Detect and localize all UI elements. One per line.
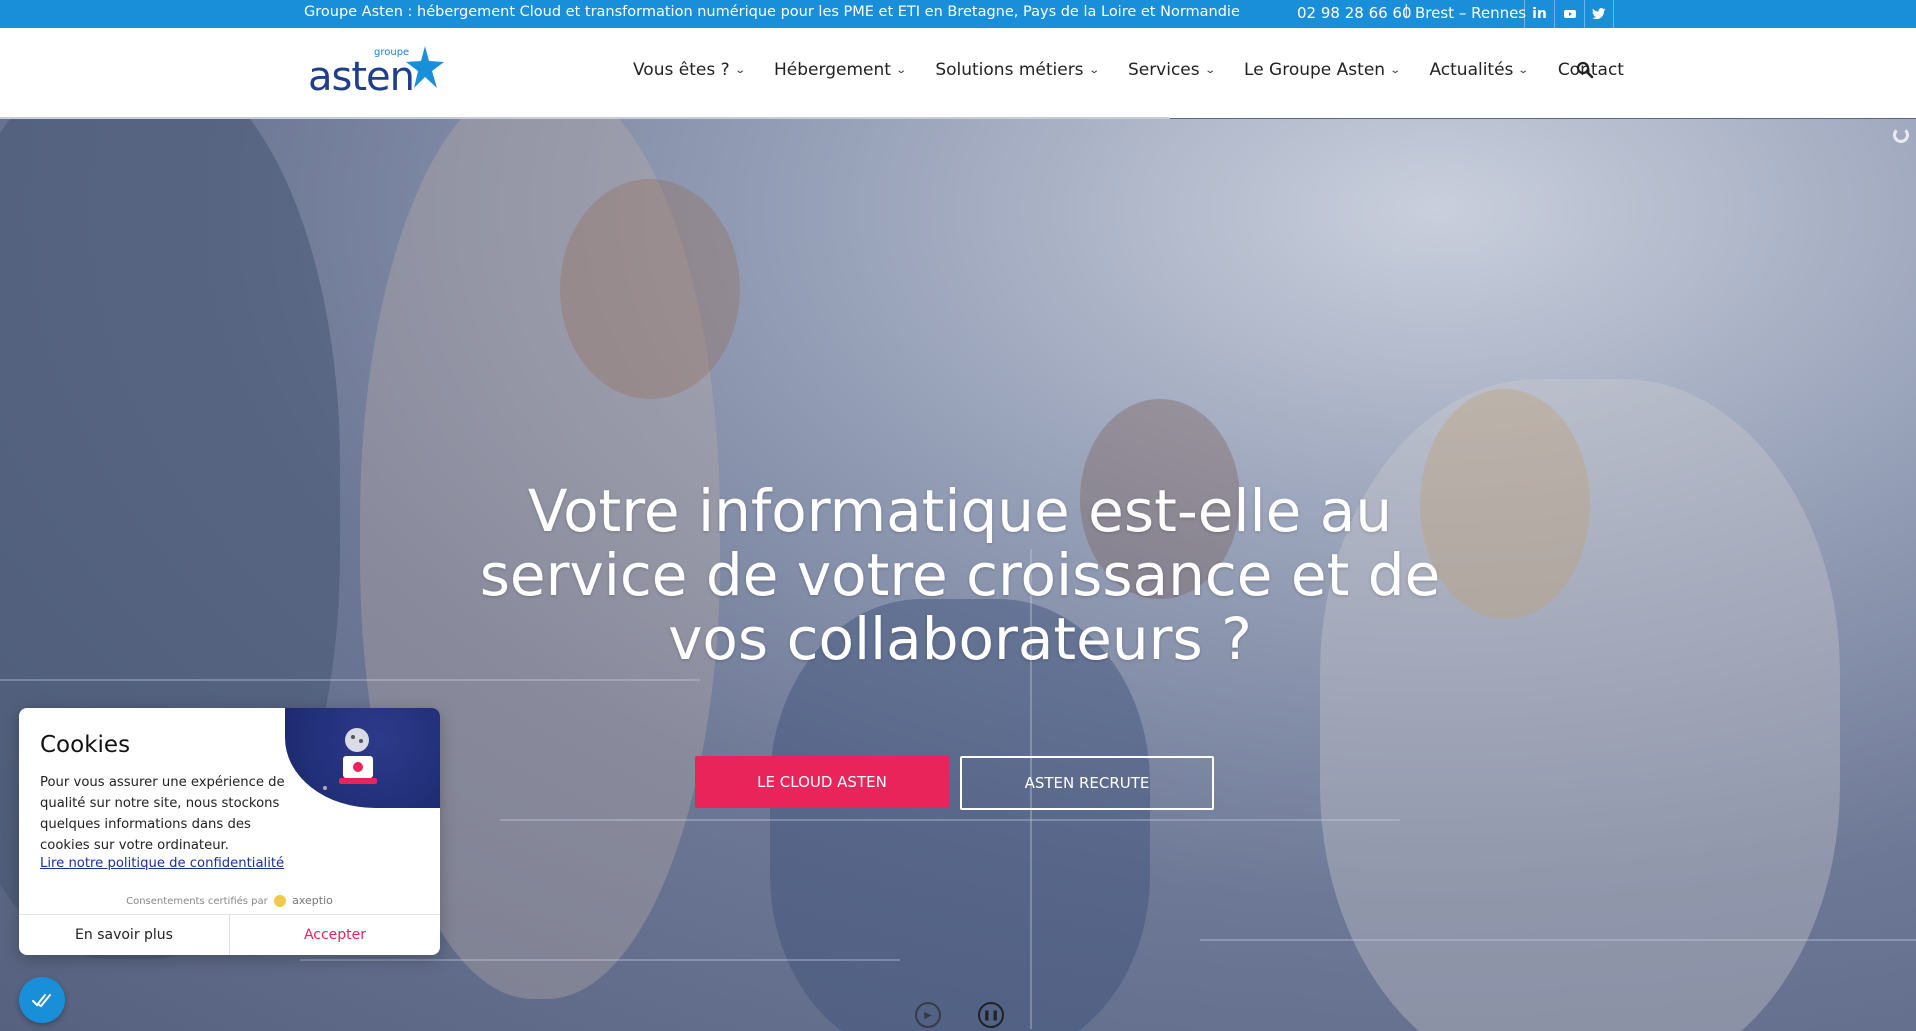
nav-item-le-groupe-asten[interactable]: Le Groupe Asten ⌄	[1244, 60, 1402, 80]
top-bar: Groupe Asten : hébergement Cloud et tran…	[0, 0, 1916, 28]
cookie-certified: Consentements certifiés par axeptio	[19, 894, 440, 907]
pause-icon[interactable]: ❚❚	[978, 1002, 1004, 1028]
accepter-button[interactable]: Accepter	[230, 915, 440, 955]
search-icon[interactable]	[1576, 61, 1594, 79]
chevron-down-icon: ⌄	[1087, 64, 1100, 76]
nav-label: Vous êtes ?	[633, 60, 730, 80]
logo-word: asten	[308, 54, 415, 100]
nav-label: Services	[1127, 60, 1200, 80]
site-header: groupe asten Vous êtes ? ⌄ Hébergement ⌄…	[0, 28, 1916, 118]
nav-label: Hébergement	[774, 60, 891, 80]
circuit-line	[0, 679, 700, 681]
cookie-title: Cookies	[40, 732, 131, 758]
nav-item-hebergement[interactable]: Hébergement ⌄	[774, 60, 907, 80]
axeptio-brand: axeptio	[292, 894, 333, 907]
cookie-illustration	[285, 708, 440, 808]
chevron-down-icon: ⌄	[1203, 64, 1216, 76]
cookie-consent-box: Cookies Pour vous assurer une expérience…	[19, 708, 440, 955]
circuit-line	[1200, 939, 1916, 941]
axeptio-logo-icon	[273, 895, 286, 907]
main-nav: Vous êtes ? ⌄ Hébergement ⌄ Solutions mé…	[633, 60, 1654, 80]
cities: Brest – Rennes	[1415, 4, 1527, 22]
nav-item-services[interactable]: Services ⌄	[1127, 60, 1216, 80]
play-icon[interactable]: ▶	[915, 1002, 941, 1028]
le-cloud-asten-button[interactable]: LE CLOUD ASTEN	[695, 756, 949, 808]
loading-spinner-icon	[1893, 127, 1909, 143]
youtube-icon[interactable]	[1554, 0, 1584, 28]
nav-item-solutions-metiers[interactable]: Solutions métiers ⌄	[935, 60, 1100, 80]
hero-title: Votre informatique est-elle au service d…	[479, 477, 1441, 673]
separator: |	[1404, 3, 1409, 19]
twitter-icon[interactable]	[1584, 0, 1614, 28]
nav-label: Solutions métiers	[935, 60, 1084, 80]
nav-label: Le Groupe Asten	[1244, 60, 1386, 80]
circuit-line	[500, 819, 1400, 821]
chevron-down-icon: ⌄	[733, 64, 746, 76]
phone-number[interactable]: 02 98 28 66 60	[1297, 4, 1412, 22]
hero-photo-shape	[560, 179, 740, 399]
cookie-robot-icon	[323, 728, 377, 790]
certified-label: Consentements certifiés par	[126, 896, 268, 907]
cookie-actions: En savoir plus Accepter	[19, 914, 440, 955]
nav-item-actualites[interactable]: Actualités ⌄	[1429, 60, 1530, 80]
linkedin-icon[interactable]: in	[1524, 0, 1554, 28]
asten-logo[interactable]: groupe asten	[308, 44, 448, 104]
en-savoir-plus-button[interactable]: En savoir plus	[19, 915, 230, 955]
top-bar-tagline: Groupe Asten : hébergement Cloud et tran…	[304, 4, 1240, 20]
accessibility-icon[interactable]	[19, 977, 65, 1023]
circuit-line	[300, 959, 900, 961]
privacy-policy-link[interactable]: Lire notre politique de confidentialité	[40, 856, 284, 871]
asten-recrute-button[interactable]: ASTEN RECRUTE	[960, 756, 1214, 810]
chevron-down-icon: ⌄	[1389, 64, 1402, 76]
nav-label: Actualités	[1429, 60, 1514, 80]
nav-item-vous-etes[interactable]: Vous êtes ? ⌄	[633, 60, 746, 80]
logo-star-icon	[406, 46, 444, 88]
cookie-text: Pour vous assurer une expérience de qual…	[40, 775, 285, 853]
chevron-down-icon: ⌄	[895, 64, 907, 76]
chevron-down-icon: ⌄	[1517, 64, 1530, 76]
